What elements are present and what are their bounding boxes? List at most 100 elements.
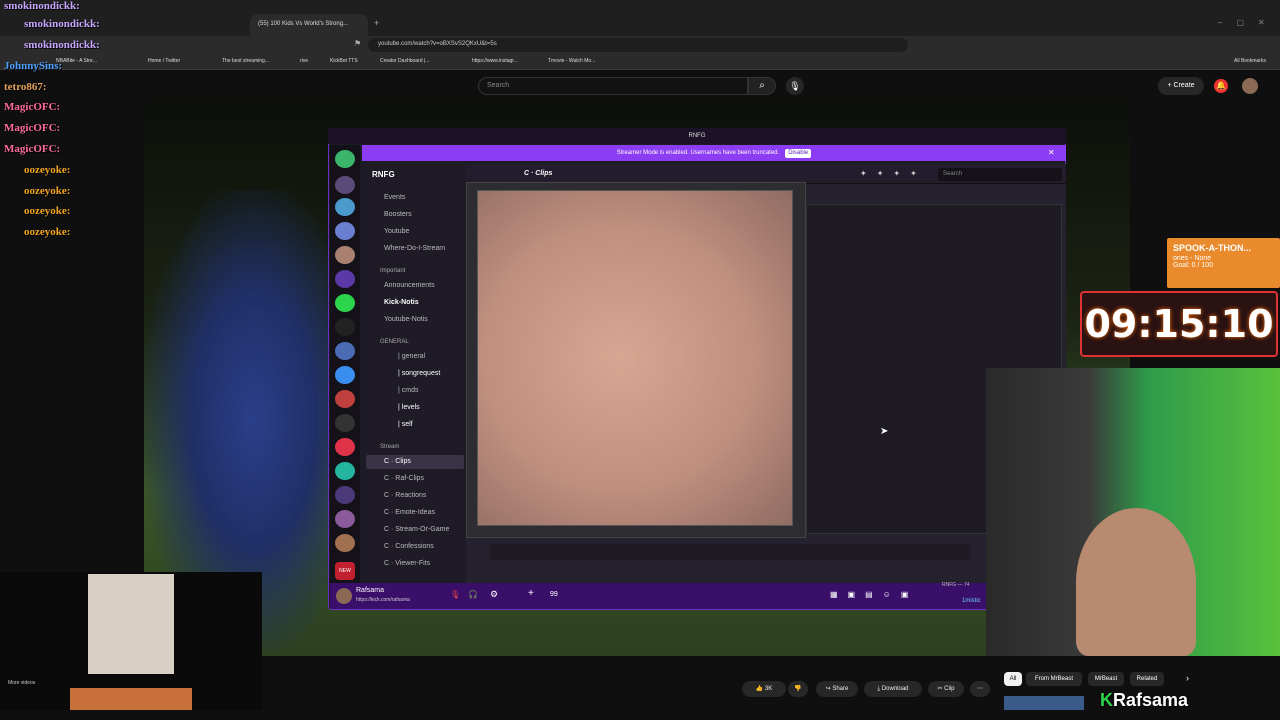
discord-search-input[interactable]: Search xyxy=(938,168,1062,181)
channel-item[interactable]: Events xyxy=(384,194,405,201)
image-preview[interactable] xyxy=(477,190,793,526)
server-icon[interactable] xyxy=(335,462,355,480)
youtube-search-input[interactable]: Search xyxy=(478,77,748,95)
channel-item[interactable]: | songrequest xyxy=(398,370,440,377)
channel-item-active[interactable]: C · Clips xyxy=(384,458,411,465)
server-icon[interactable] xyxy=(335,246,355,264)
channel-item[interactable]: C · Stream-Or-Game xyxy=(384,526,449,533)
server-icon[interactable] xyxy=(335,390,355,408)
more-button[interactable]: ⋯ xyxy=(970,681,990,697)
new-tab-icon[interactable]: + xyxy=(374,18,379,28)
channel-item[interactable]: Where-Do-I-Stream xyxy=(384,245,445,252)
channel-selected-bg xyxy=(366,455,464,469)
channel-item[interactable]: Youtube-Notis xyxy=(384,316,428,323)
clip-label: Clip xyxy=(944,686,955,692)
server-icon[interactable] xyxy=(335,438,355,456)
url-bar[interactable]: youtube.com/watch?v=oBXSvS2QKxU&t=5s xyxy=(368,38,908,52)
channel-item[interactable]: C · Viewer-Fits xyxy=(384,560,430,567)
related-thumbnail[interactable] xyxy=(1004,696,1084,710)
create-button[interactable]: + Create xyxy=(1158,77,1204,95)
server-icon[interactable] xyxy=(335,534,355,552)
new-server-badge[interactable]: NEW xyxy=(335,562,355,580)
channel-item[interactable]: Youtube xyxy=(384,228,409,235)
plus-icon[interactable]: + xyxy=(528,588,534,599)
avatar[interactable] xyxy=(1242,78,1258,94)
dislike-button[interactable]: 👎 xyxy=(788,681,808,697)
composer-icons[interactable]: ▦▣▤☺▣ xyxy=(830,590,918,599)
channel-item[interactable]: C · Raf-Clips xyxy=(384,475,424,482)
search-icon[interactable]: ⌕ xyxy=(748,77,776,95)
like-button[interactable]: 👍 3K xyxy=(742,681,786,697)
share-button[interactable]: ↪ Share xyxy=(816,681,858,697)
server-name[interactable]: RNFG xyxy=(372,170,395,179)
chat-message: oozeyoke: xyxy=(24,164,71,176)
member-name[interactable]: 1mistic xyxy=(962,598,981,604)
bookmark-item[interactable]: The best streaming... xyxy=(222,58,269,64)
thumbs-down-icon: 👎 xyxy=(794,686,802,692)
chat-message: smokinondickk: xyxy=(4,0,80,12)
chevron-right-icon[interactable]: › xyxy=(1186,673,1189,683)
gear-icon[interactable]: ⚙ xyxy=(490,589,498,600)
chip-mrbeast[interactable]: MrBeast xyxy=(1088,672,1124,686)
server-icon[interactable] xyxy=(335,366,355,384)
channel-item[interactable]: | levels xyxy=(398,404,420,411)
server-icon[interactable] xyxy=(335,150,355,168)
server-icon[interactable] xyxy=(335,294,355,312)
bookmark-item[interactable]: NBABite - A Stre... xyxy=(56,58,97,64)
chip-all[interactable]: All xyxy=(1004,672,1022,686)
server-icon[interactable] xyxy=(335,176,355,194)
bookmark-item[interactable]: Home / Twitter xyxy=(148,58,180,64)
watermark: KRafsama xyxy=(1100,690,1188,711)
category-label[interactable]: Stream xyxy=(380,444,399,450)
user-name: Rafsama xyxy=(356,587,385,594)
avatar[interactable] xyxy=(336,588,352,604)
category-label[interactable]: GENERAL xyxy=(380,339,409,345)
bookmark-item[interactable]: rive xyxy=(300,58,308,64)
microphone-icon[interactable]: 🎙 xyxy=(786,77,804,95)
server-icon[interactable] xyxy=(335,318,355,336)
chip-from-mrbeast[interactable]: From MrBeast xyxy=(1026,672,1082,686)
channel-item[interactable]: | self xyxy=(398,421,413,428)
channel-item[interactable]: C · Reactions xyxy=(384,492,426,499)
category-label[interactable]: Important xyxy=(380,268,405,274)
mute-icons[interactable]: 🎙🎧 xyxy=(450,590,486,599)
picture-in-picture[interactable]: More videos xyxy=(0,572,262,710)
bookmark-item[interactable]: https://www.instagr... xyxy=(472,58,518,64)
bookmarks-bar xyxy=(0,54,1280,70)
bookmark-all[interactable]: All Bookmarks xyxy=(1234,58,1266,64)
chat-message: smokinondickk: xyxy=(24,18,100,30)
server-icon[interactable] xyxy=(335,342,355,360)
notifications-bell-icon[interactable]: 🔔 xyxy=(1214,79,1228,93)
bookmark-item[interactable]: Tmovie - Watch Mo... xyxy=(548,58,595,64)
disable-button[interactable]: Disable xyxy=(785,149,812,158)
server-icon[interactable] xyxy=(335,414,355,432)
channel-item[interactable]: | cmds xyxy=(398,387,419,394)
chat-message: oozeyoke: xyxy=(24,226,71,238)
server-icon[interactable] xyxy=(335,198,355,216)
chip-related[interactable]: Related xyxy=(1130,672,1164,686)
download-button[interactable]: ⤓ Download xyxy=(864,681,922,697)
channel-item[interactable]: Announcements xyxy=(384,282,435,289)
server-icon[interactable] xyxy=(335,270,355,288)
bookmark-item[interactable]: Creator Dashboard |... xyxy=(380,58,429,64)
server-icon[interactable] xyxy=(335,486,355,504)
bookmark-icon[interactable]: ⚑ xyxy=(354,39,361,48)
server-icon[interactable] xyxy=(335,510,355,528)
clip-button[interactable]: ✂ Clip xyxy=(928,681,964,697)
channel-item[interactable]: Kick-Notis xyxy=(384,299,419,306)
message-input[interactable] xyxy=(490,544,970,560)
channel-item[interactable]: C · Emote-Ideas xyxy=(384,509,435,516)
close-icon[interactable]: ✕ xyxy=(1048,148,1055,157)
channel-item[interactable]: C · Confessions xyxy=(384,543,434,550)
browser-tab-active[interactable]: (55) 100 Kids Vs World's Strong... xyxy=(250,14,368,36)
channel-item[interactable]: | general xyxy=(398,353,425,360)
pip-thumbnails[interactable] xyxy=(70,688,192,710)
download-label: Download xyxy=(881,686,909,692)
server-icon[interactable] xyxy=(335,222,355,240)
bookmark-item[interactable]: KickBot TTS xyxy=(330,58,358,64)
channel-item[interactable]: Boosters xyxy=(384,211,412,218)
header-icons[interactable]: ✦✦✦✦ xyxy=(860,169,927,178)
window-controls[interactable]: –▢✕ xyxy=(1218,18,1279,27)
chat-message: smokinondickk: xyxy=(24,39,100,51)
chat-message: MagicOFC: xyxy=(4,122,61,134)
